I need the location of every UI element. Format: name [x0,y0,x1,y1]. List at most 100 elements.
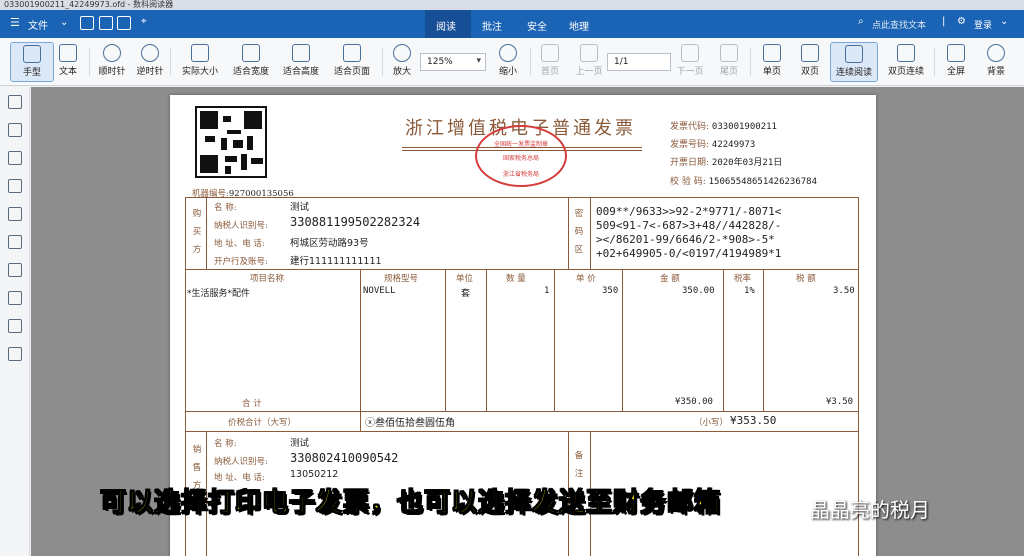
invoice-code: 发票代码: 033001900211 [670,122,777,132]
divider [170,48,171,76]
header-spec: 规格型号 [384,274,419,284]
seller-address: 13050212 [290,469,339,480]
header-amount: 金 额 [660,274,680,284]
grand-small-label: （小写） [694,418,729,428]
wechat-icon [787,498,807,514]
double-page-button[interactable]: 双页 [788,42,832,82]
rotate-ccw-icon [141,44,159,62]
tab-security[interactable]: 安全 [527,18,547,33]
login-button[interactable]: 登录 [974,18,992,31]
item-name: *生活服务*配件 [187,289,251,299]
tab-geo[interactable]: 地理 [569,18,589,33]
invoice-date: 开票日期: 2020年03月21日 [670,158,783,168]
zoom-select[interactable]: 125% [420,53,486,71]
buyer-tax-label: 纳税人识别号: [214,221,268,231]
cipher-side-label: 密码区 [574,209,584,255]
actual-size-icon [191,44,209,62]
seller-tax-id: 330802410090542 [290,451,399,465]
zoom-in-button[interactable]: 放大 [380,42,424,82]
fullscreen-icon [947,44,965,62]
pin-icon[interactable]: ⌖ [141,16,147,27]
gear-icon[interactable]: ⚙ [957,16,966,27]
grand-total-amount: ¥353.50 [730,414,777,427]
tab-read[interactable]: 阅读 [436,18,456,33]
tab-annotate[interactable]: 批注 [482,18,502,33]
last-page-icon [720,44,738,62]
thumbnail-icon[interactable] [8,123,22,137]
header-price: 单 价 [576,274,596,284]
fit-height-icon [292,44,310,62]
item-tax: 3.50 [833,286,855,296]
open-folder-icon[interactable] [80,16,94,30]
buyer-bank-label: 开户行及账号: [214,257,268,267]
pages-icon[interactable] [8,291,22,305]
search-text-button[interactable]: 点此查找文本 [872,18,926,31]
double-continuous-icon [897,44,915,62]
double-continuous-button[interactable]: 双页连续 [882,42,930,82]
item-price: 350 [602,286,619,296]
edit-icon[interactable] [8,319,22,333]
attachment-icon[interactable] [8,347,22,361]
menu-icon[interactable]: ☰ [10,16,20,29]
header-unit: 单位 [456,274,474,284]
fullscreen-button[interactable]: 全屏 [934,42,978,82]
watermark-text: 晶晶亮的税月 [810,498,930,522]
first-page-icon [541,44,559,62]
fit-page-button[interactable]: 适合页面 [330,42,374,82]
header-tax: 税 额 [796,274,816,284]
fit-width-icon [242,44,260,62]
outline-icon[interactable] [8,95,22,109]
layers-icon[interactable] [8,235,22,249]
item-spec: NOVELL [363,286,396,296]
page-number-input[interactable]: 1/1 [607,53,671,71]
total-tax: ¥3.50 [826,397,854,407]
continuous-read-button[interactable]: 连续阅读 [830,42,878,82]
seller-name: 测试 [290,438,310,449]
first-page-button[interactable]: 首页 [528,42,572,82]
app-window: 033001900211_42249973.ofd - 数科阅读器 ☰ 文件 ⌄… [0,0,1024,556]
last-page-button[interactable]: 尾页 [707,42,751,82]
print-icon[interactable] [117,16,131,30]
bookmark-icon[interactable] [8,179,22,193]
zoom-out-button[interactable]: 缩小 [486,42,530,82]
chevron-left-icon [580,44,598,62]
buyer-tax-id: 330881199502282324 [290,215,421,229]
check-code: 校 验 码: 15065548651426236784 [670,177,818,187]
item-unit: 套 [461,289,471,299]
next-page-button[interactable]: 下一页 [668,42,712,82]
remark-label: 备注 [574,451,584,479]
file-menu[interactable]: 文件 [28,17,48,32]
fit-width-button[interactable]: 适合宽度 [229,42,273,82]
annotation-icon[interactable] [8,207,22,221]
tree-icon[interactable] [8,151,22,165]
side-panel [0,87,30,556]
prev-page-button[interactable]: 上一页 [567,42,611,82]
qr-code [195,106,267,178]
fit-page-icon [343,44,361,62]
item-rate: 1% [744,286,755,296]
background-button[interactable]: 背景 [974,42,1018,82]
total-label: 合 计 [242,399,262,409]
rotate-cw-icon [103,44,121,62]
hand-icon [23,45,41,63]
save-icon[interactable] [99,16,113,30]
document-icon[interactable] [8,263,22,277]
seller-tax-label: 纳税人识别号: [214,457,268,467]
grand-total-label: 价税合计（大写） [228,418,297,428]
buyer-name: 测试 [290,202,310,213]
divider: | [942,16,946,27]
chevron-down-icon[interactable]: ⌄ [1000,16,1008,27]
actual-size-button[interactable]: 实际大小 [178,42,222,82]
header-qty: 数 量 [506,274,526,284]
zoom-out-icon [499,44,517,62]
double-page-icon [801,44,819,62]
toolbar: 手型 文本 顺时针 逆时针 实际大小 适合宽度 适合高度 适合页面 放大 125… [0,38,1024,86]
rotate-ccw-button[interactable]: 逆时针 [128,42,172,82]
text-cursor-icon [59,44,77,62]
text-tool-button[interactable]: 文本 [46,42,90,82]
search-icon[interactable]: ⌕ [858,16,864,27]
fit-height-button[interactable]: 适合高度 [279,42,323,82]
buyer-side-label: 购买方 [192,209,202,255]
chevron-right-icon [681,44,699,62]
chevron-down-icon[interactable]: ⌄ [60,17,68,28]
